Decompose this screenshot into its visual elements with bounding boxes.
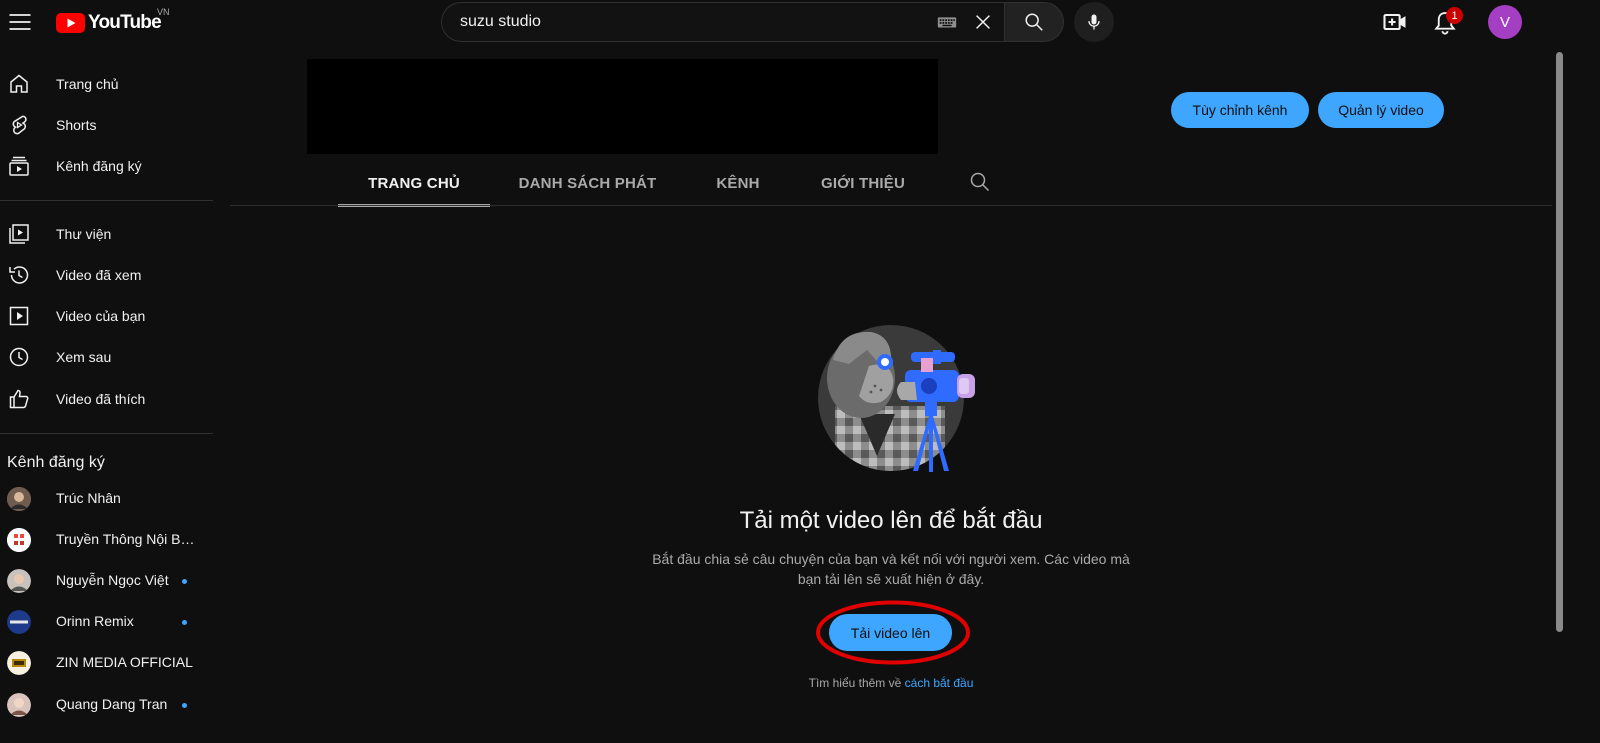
home-icon — [10, 74, 28, 93]
logo-wordmark: YouTube — [88, 12, 162, 33]
learn-more-link[interactable]: cách bắt đầu — [905, 676, 974, 690]
channel-avatar-image — [7, 487, 31, 511]
upload-video-button[interactable]: Tải video lên — [829, 614, 952, 651]
manage-videos-button[interactable]: Quản lý video — [1318, 92, 1444, 128]
tabs-divider — [230, 205, 1552, 206]
youtube-play-icon — [56, 13, 85, 33]
account-avatar[interactable]: V — [1488, 5, 1522, 39]
scrollbar-thumb[interactable] — [1556, 52, 1563, 632]
youtube-logo[interactable]: YouTube VN — [56, 7, 170, 36]
channel-avatar-image — [7, 693, 31, 717]
channel-avatar-image — [7, 569, 31, 593]
channel-name: ZIN MEDIA OFFICIAL — [56, 654, 193, 670]
channel-name: Trúc Nhân — [56, 490, 121, 506]
your-videos-icon — [9, 306, 29, 326]
channel-avatar — [7, 569, 31, 593]
watch-later-icon — [9, 347, 29, 367]
new-content-dot — [182, 579, 187, 584]
subscription-item[interactable]: Orinn Remix — [0, 602, 214, 642]
channel-name: Quang Dang Tran — [56, 696, 168, 712]
sidebar-item-label: Video của bạn — [56, 308, 146, 324]
new-content-dot — [182, 703, 187, 708]
microphone-icon — [1088, 14, 1100, 30]
sidebar-item-your-videos[interactable]: Video của bạn — [0, 296, 214, 336]
sidebar-item-liked-videos[interactable]: Video đã thích — [0, 379, 214, 419]
learn-more-prefix: Tìm hiểu thêm về — [808, 676, 905, 690]
sidebar-divider — [0, 433, 213, 434]
keyboard-icon[interactable] — [936, 11, 958, 33]
channel-banner — [307, 59, 938, 154]
subscription-item[interactable]: Quang Dang Tran — [0, 685, 214, 725]
sidebar: Trang chủ Shorts Kênh đăng ký Thư viện V… — [0, 46, 214, 743]
sidebar-item-shorts[interactable]: Shorts — [0, 105, 214, 145]
history-icon — [9, 266, 29, 284]
channel-avatar — [7, 528, 31, 552]
notification-badge: 1 — [1446, 7, 1463, 24]
channel-avatar-logo — [7, 610, 31, 634]
search-icon — [1025, 13, 1043, 31]
country-code: VN — [157, 7, 170, 17]
channel-avatar — [7, 651, 31, 675]
search-button[interactable] — [1004, 2, 1064, 42]
sidebar-item-label: Kênh đăng ký — [56, 158, 142, 174]
sidebar-item-label: Thư viện — [56, 226, 112, 242]
empty-state-illustration — [797, 306, 985, 492]
subscriptions-section-title: Kênh đăng ký — [7, 454, 105, 471]
empty-state-description: Bắt đầu chia sẻ câu chuyện của bạn và kế… — [652, 551, 1130, 587]
top-bar: YouTube VN suzu studio 1 V — [0, 0, 1600, 46]
subscription-item[interactable]: Trúc Nhân — [0, 479, 214, 519]
sidebar-item-label: Video đã xem — [56, 267, 142, 283]
channel-name: Orinn Remix — [56, 613, 134, 629]
learn-more-text: Tìm hiểu thêm về cách bắt đầu — [600, 676, 1182, 690]
customize-channel-button[interactable]: Tùy chỉnh kênh — [1171, 92, 1309, 128]
tab-playlists[interactable]: DANH SÁCH PHÁT — [510, 160, 665, 206]
subscription-item[interactable]: Truyền Thông Nội Bộ SUZU — [0, 520, 214, 560]
channel-avatar — [7, 610, 31, 634]
clear-search-icon[interactable] — [972, 11, 994, 33]
tab-channels[interactable]: KÊNH — [700, 160, 776, 206]
search-box — [441, 2, 1004, 42]
subscription-item[interactable]: ZIN MEDIA OFFICIAL — [0, 643, 214, 683]
channel-avatar — [7, 487, 31, 511]
sidebar-item-label: Trang chủ — [56, 76, 119, 92]
sidebar-item-history[interactable]: Video đã xem — [0, 255, 214, 295]
videographer-illustration — [797, 306, 985, 492]
channel-avatar — [7, 693, 31, 717]
sidebar-item-watch-later[interactable]: Xem sau — [0, 337, 214, 377]
channel-name: Nguyễn Ngọc Việt — [56, 572, 169, 588]
channel-name: Truyền Thông Nội Bộ SUZU — [56, 531, 196, 547]
search-input[interactable] — [458, 3, 936, 41]
tab-about[interactable]: GIỚI THIỆU — [812, 160, 914, 206]
subscription-item[interactable]: Nguyễn Ngọc Việt — [0, 561, 214, 601]
channel-avatar-logo — [7, 528, 31, 552]
create-video-icon[interactable] — [1381, 8, 1409, 36]
new-content-dot — [182, 620, 187, 625]
shorts-icon — [12, 115, 27, 135]
tab-home[interactable]: TRANG CHỦ — [338, 160, 490, 206]
sidebar-divider — [0, 200, 213, 201]
sidebar-item-home[interactable]: Trang chủ — [0, 64, 214, 104]
subscriptions-icon — [9, 156, 29, 176]
like-icon — [9, 389, 29, 409]
sidebar-item-subscriptions[interactable]: Kênh đăng ký — [0, 146, 214, 186]
sidebar-item-library[interactable]: Thư viện — [0, 214, 214, 254]
sidebar-item-label: Shorts — [56, 117, 97, 133]
library-icon — [9, 224, 29, 244]
sidebar-item-label: Video đã thích — [56, 391, 146, 407]
channel-search-icon[interactable] — [968, 170, 992, 194]
sidebar-item-label: Xem sau — [56, 349, 112, 365]
voice-search-button[interactable] — [1074, 2, 1114, 42]
channel-avatar-logo — [7, 651, 31, 675]
hamburger-menu-icon[interactable] — [6, 8, 34, 36]
empty-state-title: Tải một video lên để bắt đầu — [739, 507, 1043, 534]
